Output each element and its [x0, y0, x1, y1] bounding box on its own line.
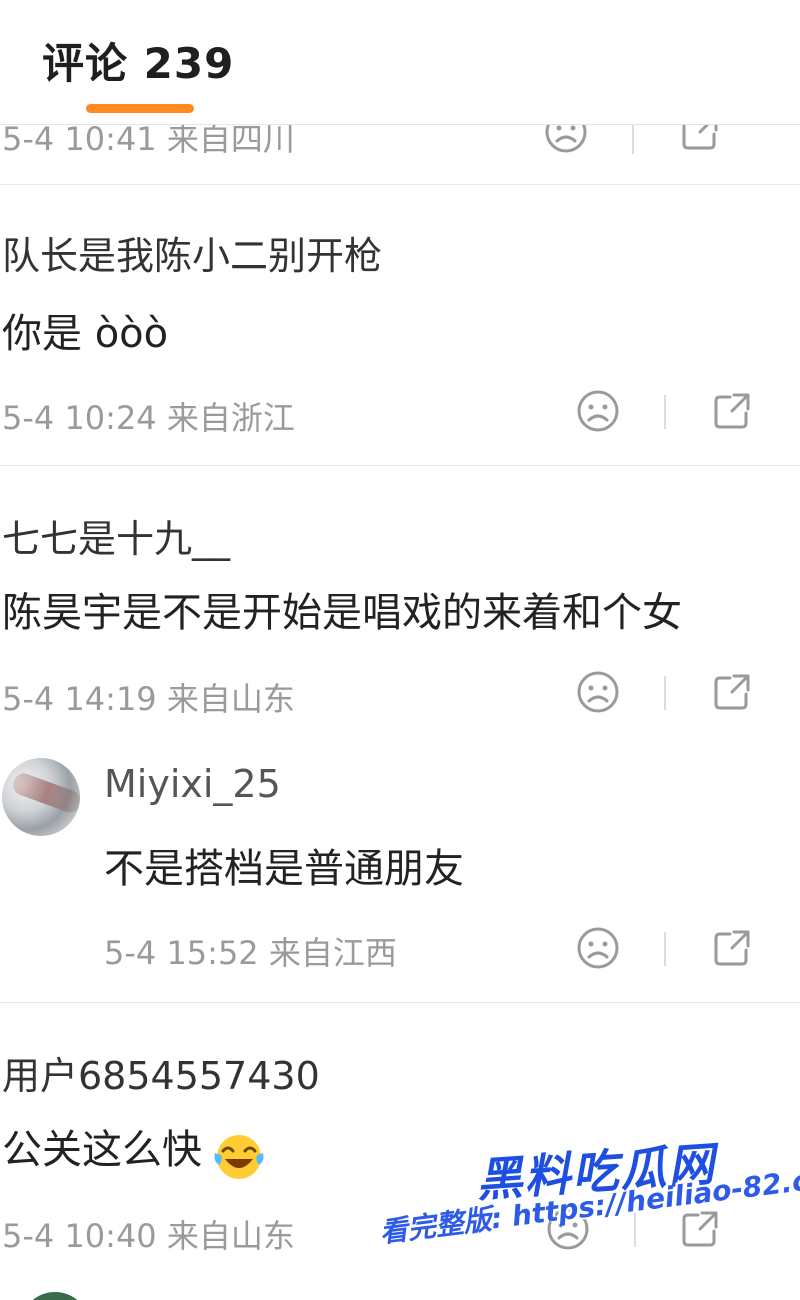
frown-face-icon[interactable]: [574, 668, 622, 716]
share-out-icon[interactable]: [708, 924, 756, 972]
comments-header: 评论 239: [0, 0, 800, 125]
reply-username[interactable]: Miyixi_25: [104, 762, 281, 806]
comment-item: 七七是十九__ 陈昊宇是不是开始是唱戏的来着和个女 5-4 14:19 来自山东…: [0, 466, 800, 1003]
comment-item: 队长是我陈小二别开枪 你是 òòò 5-4 10:24 来自浙江: [0, 185, 800, 466]
comment-meta: 5-4 14:19 来自山东: [2, 680, 295, 718]
comment-username[interactable]: 队长是我陈小二别开枪: [2, 225, 382, 280]
reply-text: 不是搭档是普通朋友: [104, 846, 464, 892]
frown-face-icon[interactable]: [574, 924, 622, 972]
comment-username[interactable]: 用户6854557430: [2, 1045, 320, 1100]
comment-text: 公关这么快: [2, 1127, 202, 1173]
action-divider: [632, 120, 634, 154]
action-divider: [664, 676, 666, 710]
frown-face-icon[interactable]: [574, 387, 622, 435]
comment-text: 你是 òòò: [2, 311, 169, 357]
comments-tab-title[interactable]: 评论 239: [42, 30, 234, 91]
comments-page: 评论 239 5-4 10:41 来自四川 队长是我陈小二别开枪 你是 òòò …: [0, 0, 800, 1300]
share-out-icon[interactable]: [708, 668, 756, 716]
action-divider: [664, 395, 666, 429]
comment-username[interactable]: 七七是十九__: [2, 508, 230, 563]
avatar[interactable]: [2, 758, 80, 836]
laughing-tears-emoji: [211, 1131, 267, 1187]
comment-text: 陈昊宇是不是开始是唱戏的来着和个女: [2, 590, 682, 636]
comment-text-row: 公关这么快: [2, 1117, 267, 1187]
comment-meta: 5-4 10:40 来自山东: [2, 1217, 295, 1255]
share-out-icon[interactable]: [708, 387, 756, 435]
reply-meta: 5-4 15:52 来自江西: [104, 934, 397, 972]
action-divider: [664, 932, 666, 966]
active-tab-indicator: [86, 104, 194, 113]
comment-meta: 5-4 10:24 来自浙江: [2, 399, 295, 437]
